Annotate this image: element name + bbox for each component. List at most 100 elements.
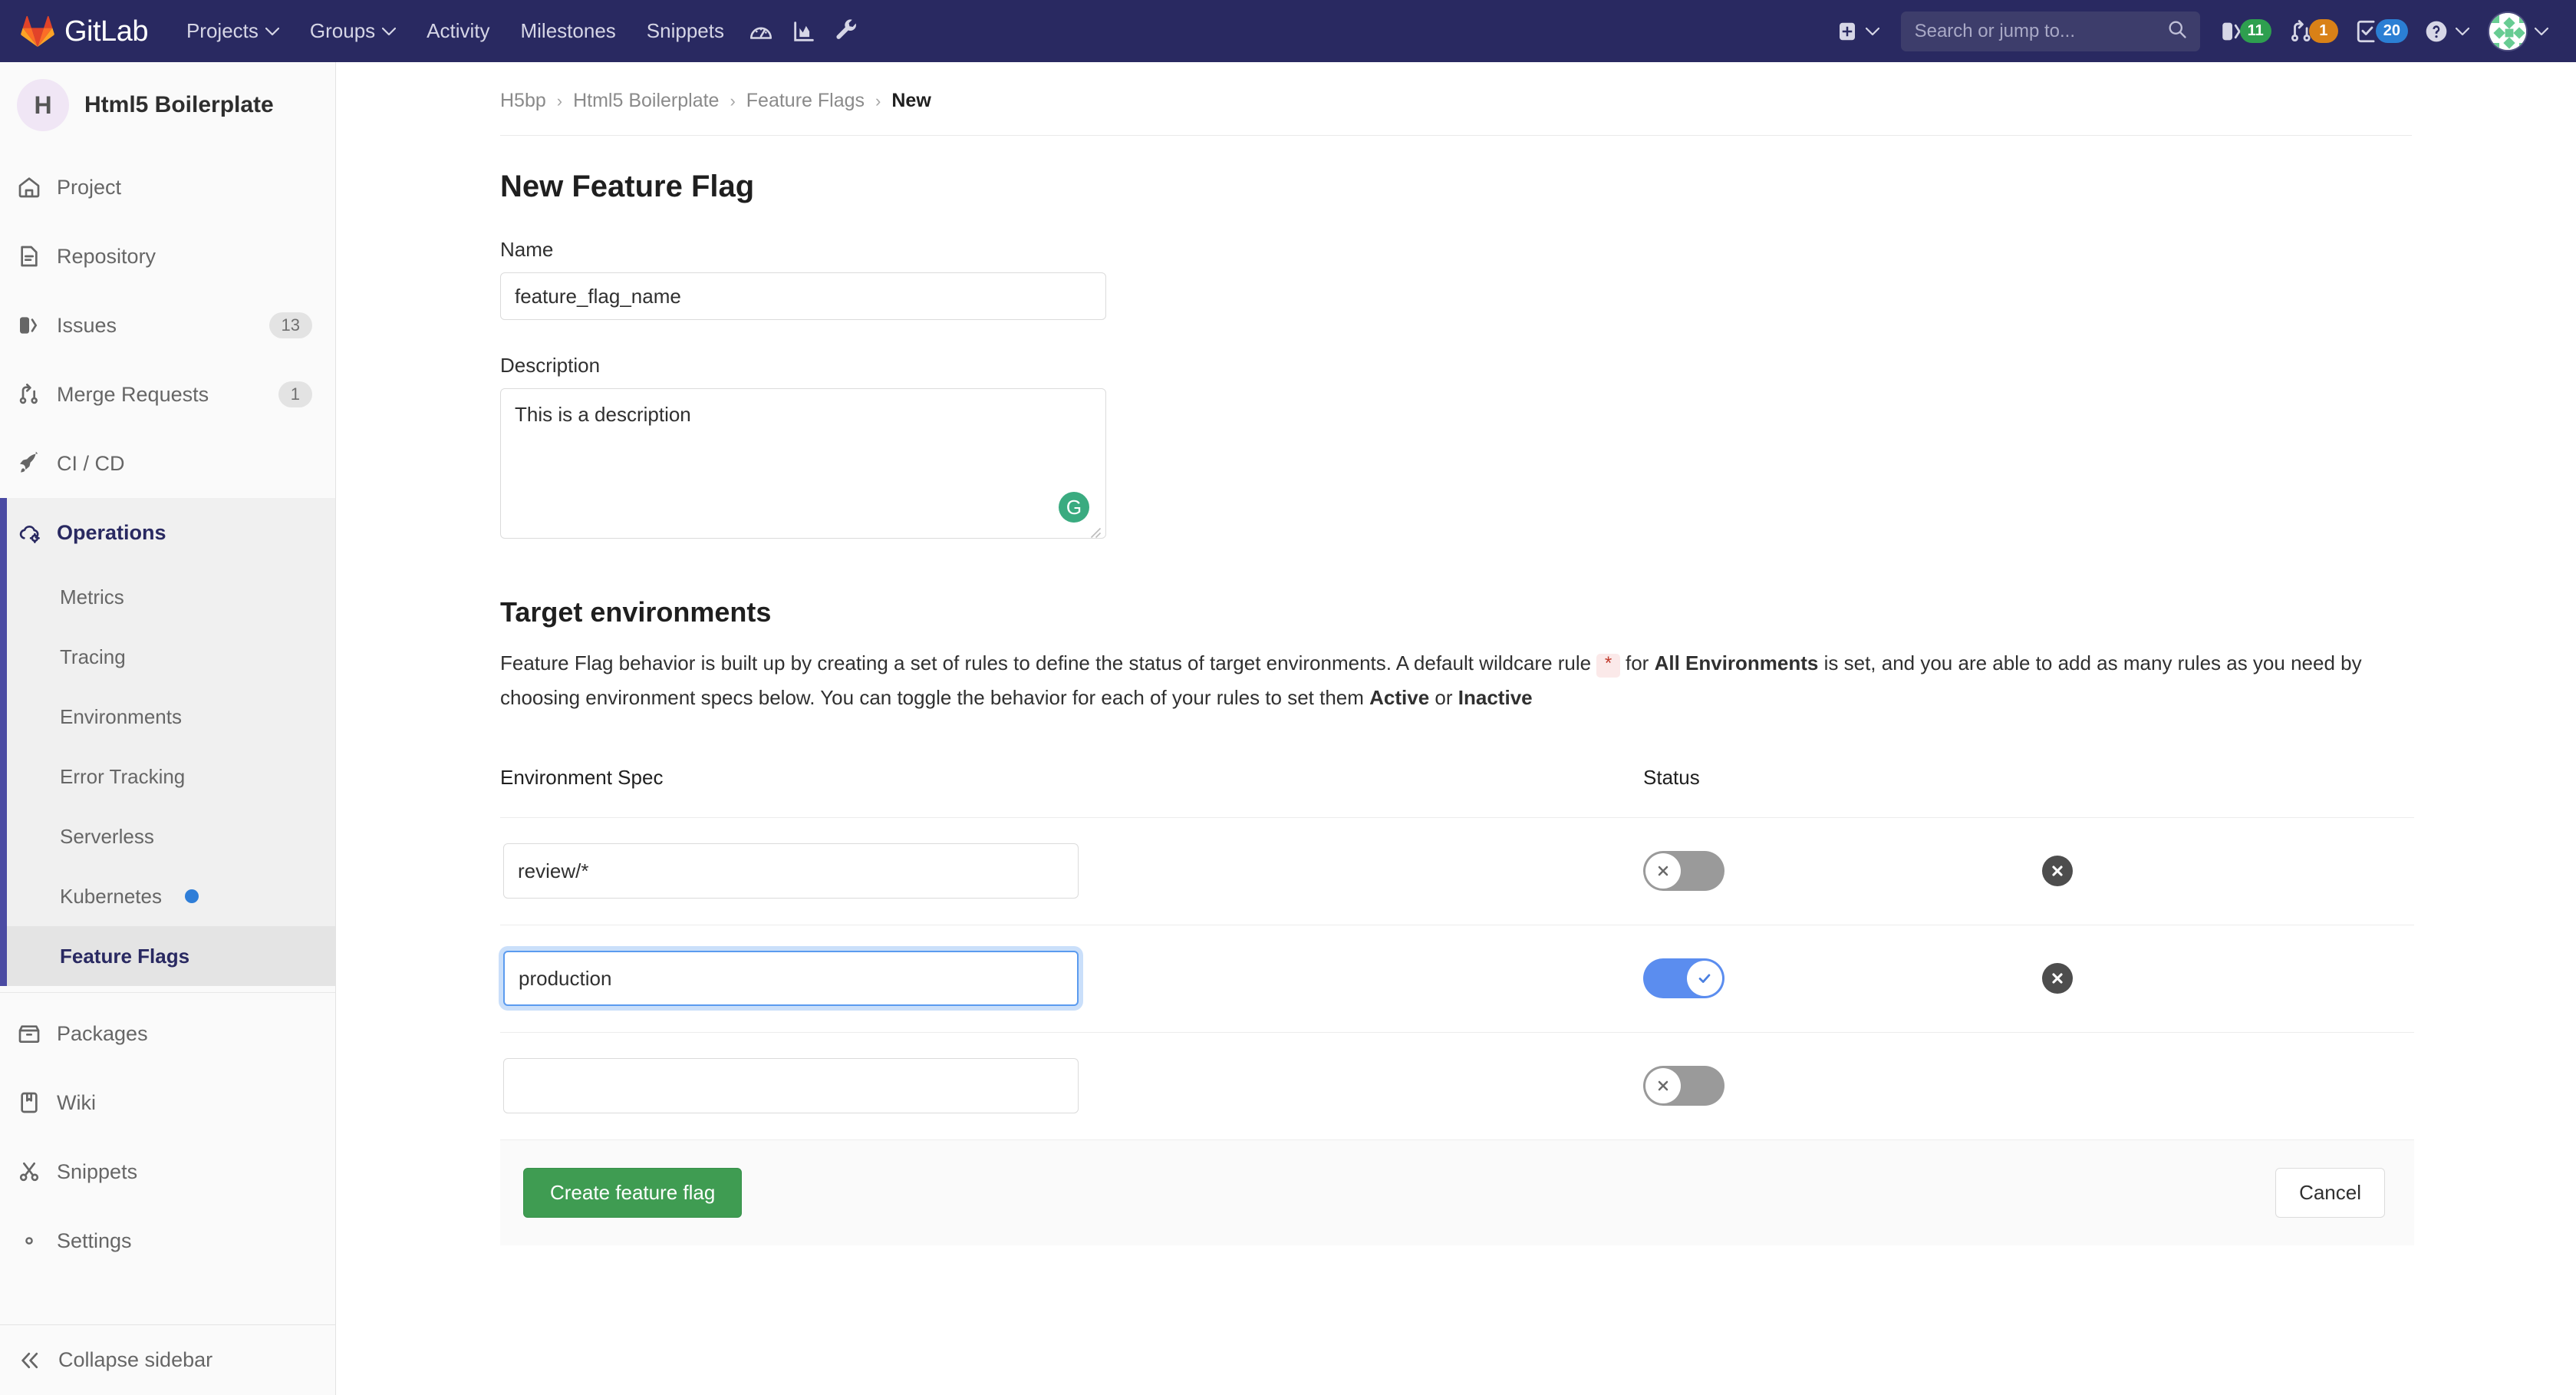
merge-requests-count-badge: 1 [2308,19,2338,43]
remove-row-button-2[interactable] [2042,963,2073,994]
cancel-button[interactable]: Cancel [2275,1167,2385,1218]
table-row [500,924,2414,1032]
sidebar-item-snippets-label: Snippets [57,1159,138,1183]
rocket-icon [17,451,57,476]
nav-link-projects[interactable]: Projects [171,0,295,62]
sidebar-item-settings-label: Settings [57,1228,132,1252]
navbar-merge-requests-counter[interactable]: 1 [2280,0,2347,62]
breadcrumb-separator-icon: › [730,91,736,110]
close-icon [1658,1081,1668,1091]
sidebar-item-ci-cd[interactable]: CI / CD [0,429,335,498]
sidebar-item-packages[interactable]: Packages [0,999,335,1068]
wrench-icon[interactable] [825,0,868,62]
page-title: New Feature Flag [500,170,755,203]
sidebar-item-wiki[interactable]: Wiki [0,1068,335,1137]
breadcrumb-separator-icon: › [556,91,563,110]
table-row [500,1031,2414,1139]
collapse-sidebar-button[interactable]: Collapse sidebar [0,1324,335,1395]
help-dropdown-button[interactable] [2416,0,2477,62]
dashboard-icon[interactable] [740,0,782,62]
gitlab-logo[interactable]: GitLab [20,15,148,48]
environment-spec-table: Environment Spec Status review/* product… [500,766,2414,1245]
sidebar-item-repository-label: Repository [57,244,156,268]
chevron-double-left-icon [18,1349,58,1372]
analytics-icon[interactable] [782,0,825,62]
snippet-icon [17,1159,57,1184]
environment-spec-input-2[interactable] [503,951,1079,1007]
name-input[interactable] [500,272,1106,320]
nav-link-snippets[interactable]: Snippets [631,0,740,62]
breadcrumb-item-feature-flags[interactable]: Feature Flags [746,90,865,112]
sidebar-item-repository[interactable]: Repository [0,222,335,291]
navbar-links: Projects Groups Activity Milestones Snip… [171,0,868,62]
breadcrumb-item-h5bp[interactable]: H5bp [500,90,546,112]
sidebar-item-snippets[interactable]: Snippets [0,1137,335,1206]
top-navbar: GitLab Projects Groups Activity Mileston… [0,0,2576,62]
gear-icon [17,1228,57,1253]
close-icon [1658,866,1668,876]
sidebar-subitem-metrics[interactable]: Metrics [0,567,335,627]
target-environments-description: Feature Flag behavior is built up by cre… [500,647,2372,714]
chevron-down-icon [2535,27,2548,36]
nav-link-milestones[interactable]: Milestones [506,0,631,62]
sidebar-subitem-error-tracking[interactable]: Error Tracking [0,747,335,806]
gitlab-app: GitLab Projects Groups Activity Mileston… [0,0,2576,1395]
new-dropdown-button[interactable] [1828,0,1890,62]
user-menu-button[interactable] [2477,0,2556,62]
issues-count-badge: 11 [2239,19,2271,43]
toggle-knob [1687,961,1722,997]
description-textarea[interactable] [500,388,1106,539]
sidebar-subitem-environments[interactable]: Environments [0,687,335,747]
sidebar-merge-requests-count: 1 [278,381,312,408]
sidebar-item-ci-cd-label: CI / CD [57,451,125,475]
search-input[interactable] [1912,19,2166,43]
toggle-knob [1645,1068,1681,1104]
sidebar-item-settings[interactable]: Settings [0,1206,335,1275]
status-toggle-2[interactable] [1643,958,1724,999]
sidebar-project-header[interactable]: H Html5 Boilerplate [0,62,335,148]
sidebar-subitem-feature-flags[interactable]: Feature Flags [0,926,335,986]
breadcrumb-divider [500,135,2412,136]
sidebar-subitem-serverless[interactable]: Serverless [0,806,335,866]
sidebar-divider [0,992,335,993]
desc-text-2: for [1619,651,1655,674]
resize-handle[interactable] [1088,525,1103,540]
grammarly-icon[interactable]: G [1059,492,1089,523]
row-spec-cell-3 [500,1058,1643,1114]
navbar-right: 11 1 20 [1828,0,2556,62]
close-icon [2052,866,2063,877]
sidebar-item-operations-label: Operations [57,520,166,544]
create-feature-flag-button[interactable]: Create feature flag [523,1167,743,1218]
environment-spec-input-3[interactable] [503,1058,1079,1114]
sidebar-item-merge-requests-label: Merge Requests [57,382,209,406]
row-status-cell-3 [1643,1066,2042,1106]
nav-link-groups-label: Groups [309,19,376,42]
nav-link-activity[interactable]: Activity [411,0,505,62]
sidebar-item-merge-requests[interactable]: Merge Requests 1 [0,360,335,429]
breadcrumb: H5bp › Html5 Boilerplate › Feature Flags… [336,62,2576,112]
search-box[interactable] [1900,11,2200,51]
navbar-todos-counter[interactable]: 20 [2347,0,2416,62]
desc-text-4: or [1429,685,1458,709]
sidebar-item-project-label: Project [57,175,122,199]
breadcrumb-item-project[interactable]: Html5 Boilerplate [573,90,719,112]
nav-link-groups[interactable]: Groups [295,0,411,62]
sidebar-item-issues[interactable]: Issues 13 [0,291,335,360]
sidebar-subitem-tracing[interactable]: Tracing [0,627,335,687]
remove-row-button-1[interactable] [2042,856,2073,887]
issues-icon [17,313,57,338]
doc-icon [17,244,57,269]
table-row [500,816,2414,925]
sidebar-issues-count: 13 [268,312,312,339]
environment-spec-input-1[interactable] [503,843,1079,899]
sidebar-subitem-kubernetes[interactable]: Kubernetes [0,866,335,926]
status-toggle-1[interactable] [1643,851,1724,892]
column-header-status: Status [1643,765,1700,789]
sidebar-item-project[interactable]: Project [0,153,335,222]
navbar-issues-counter[interactable]: 11 [2211,0,2280,62]
status-toggle-3[interactable] [1643,1066,1724,1106]
name-field-label: Name [500,238,554,261]
project-sidebar: H Html5 Boilerplate Project Repository I… [0,62,336,1395]
sidebar-item-operations[interactable]: Operations [0,498,335,567]
search-icon [2166,18,2188,44]
